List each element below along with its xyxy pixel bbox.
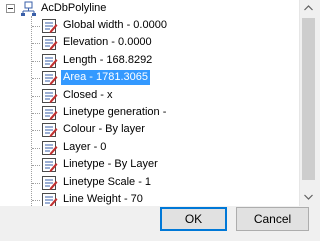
tree-connector-line <box>32 43 40 45</box>
tree-item-label: Layer - 0 <box>63 140 107 153</box>
property-icon <box>42 88 58 103</box>
tree-connector-line <box>32 113 40 114</box>
tree-item-label: Colour - By layer <box>63 123 145 136</box>
tree-item[interactable]: Elevation - 0.0000 <box>0 34 300 51</box>
tree-item-label: Area - 1781.3065 <box>61 70 151 86</box>
tree-connector-line <box>32 147 40 149</box>
collapse-toggle-icon[interactable] <box>6 4 15 13</box>
tree-root-label: AcDbPolyline <box>41 2 107 14</box>
property-icon <box>42 36 58 51</box>
tree-item[interactable]: Global width - 0.0000 <box>0 17 300 34</box>
property-icon <box>42 175 58 190</box>
tree-connector-line <box>32 165 40 167</box>
tree-item[interactable]: Area - 1781.3065 <box>0 69 300 86</box>
tree-item[interactable]: Linetype generation - <box>0 104 300 121</box>
tree-item-label: Elevation - 0.0000 <box>63 36 152 49</box>
tree-item[interactable]: Colour - By layer <box>0 121 300 138</box>
vertical-scrollbar[interactable] <box>299 0 317 206</box>
property-icon <box>42 53 58 68</box>
tree-item-label: Linetype - By Layer <box>63 158 158 171</box>
tree-item[interactable]: Length - 168.8292 <box>0 52 300 69</box>
property-tree[interactable]: AcDbPolyline Global width - 0.0000 Elevat… <box>0 0 317 206</box>
property-icon <box>42 106 58 120</box>
tree-item[interactable]: Layer - 0 <box>0 139 300 156</box>
tree-connector-line <box>32 95 40 97</box>
tree-connector-line <box>32 78 40 80</box>
object-class-icon <box>21 1 36 16</box>
property-icon <box>42 19 58 33</box>
scroll-up-button[interactable] <box>300 0 317 17</box>
arrow-down-icon <box>304 194 313 200</box>
tree-item[interactable]: Line Weight - 70 <box>0 191 300 206</box>
ok-button[interactable]: OK <box>160 207 227 231</box>
tree-item-label: Length - 168.8292 <box>63 53 153 66</box>
cancel-button[interactable]: Cancel <box>236 207 309 231</box>
property-icon <box>42 123 58 138</box>
scrollbar-thumb[interactable] <box>302 18 315 180</box>
tree-item[interactable]: Linetype - By Layer <box>0 156 300 173</box>
property-icon <box>42 71 58 86</box>
property-icon <box>42 193 58 206</box>
property-icon <box>42 158 58 173</box>
property-icon <box>42 140 58 155</box>
tree-item[interactable]: Closed - x <box>0 87 300 104</box>
tree-item-label: Line Weight - 70 <box>63 193 143 205</box>
tree-item-label: Linetype Scale - 1 <box>63 175 152 188</box>
tree-item-label: Closed - x <box>63 88 113 101</box>
arrow-up-icon <box>304 5 313 11</box>
tree-item-label: Global width - 0.0000 <box>63 19 167 31</box>
scroll-down-button[interactable] <box>300 189 317 206</box>
tree-connector-line <box>32 130 40 132</box>
tree-connector-line <box>32 182 40 184</box>
tree-connector-line <box>32 200 40 201</box>
tree-item[interactable]: Linetype Scale - 1 <box>0 174 300 191</box>
tree-connector-line <box>32 60 40 62</box>
tree-root-node[interactable]: AcDbPolyline <box>0 0 300 18</box>
tree-connector-line <box>32 26 40 27</box>
tree-item-label: Linetype generation - <box>63 106 167 118</box>
